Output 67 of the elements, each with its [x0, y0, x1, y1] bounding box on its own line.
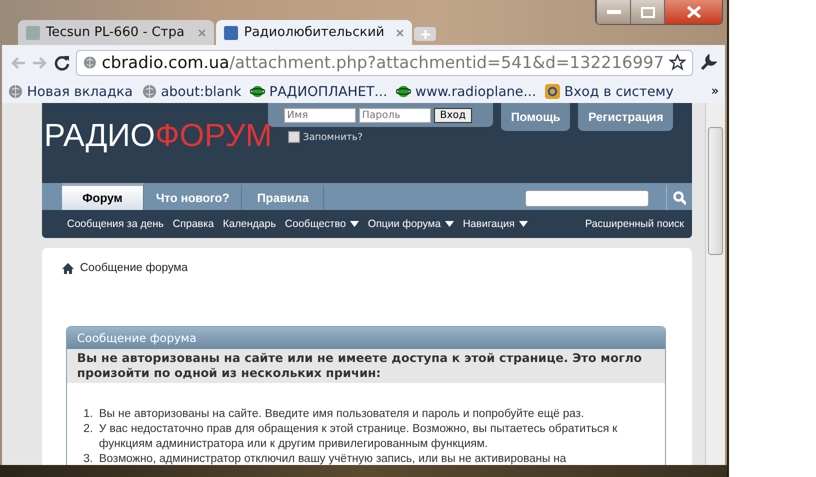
bookmark-link[interactable]: www.radioplane...	[396, 84, 536, 100]
login-button[interactable]: Вход	[434, 108, 472, 122]
star-icon[interactable]	[669, 54, 686, 71]
reason-item: Возможно, администратор отключил вашу учётную запись, или вы не активированы на	[99, 452, 568, 465]
bookmark-link[interactable]: РАДИОПЛАНЕТ...	[250, 84, 388, 100]
minimize-button[interactable]	[596, 0, 630, 24]
globe-icon	[142, 84, 157, 99]
breadcrumb-link[interactable]: Сообщение форума	[80, 262, 188, 274]
reason-item: Вы не авторизованы на сайте. Введите имя пользователя и пароль и попробуйте ещё раз.	[99, 407, 586, 422]
bookmark-link[interactable]: Новая вкладка	[8, 84, 133, 100]
more-bookmarks-button[interactable]: »	[711, 84, 719, 99]
nav-tab[interactable]: Форум	[62, 183, 144, 210]
home-icon[interactable]	[62, 262, 74, 274]
url-text: cbradio.com.ua/attachment.php?attachmentid=541&d=132216997	[102, 53, 664, 72]
header-button[interactable]: Регистрация	[578, 103, 674, 131]
subnav-link[interactable]: Сообщения за день	[67, 218, 164, 230]
list-number: 1.	[82, 407, 93, 422]
subnav-link[interactable]: Календарь	[222, 218, 276, 230]
bookmark-link[interactable]: Вход в систему	[545, 84, 674, 100]
scrollbar-thumb[interactable]	[708, 127, 723, 255]
caret-icon	[518, 221, 528, 227]
planet-icon	[250, 84, 266, 99]
list-number: 2.	[82, 422, 93, 437]
username-field[interactable]: Имя	[284, 108, 356, 122]
close-icon	[686, 6, 700, 18]
reason-item: У вас недостаточно прав для обращения к этой странице. Возможно, вы пытаетесь обратиться к функциям администратора или к другим привилегированным функциям.	[99, 422, 618, 452]
forward-icon[interactable]	[32, 56, 48, 70]
subnav-link[interactable]: Сообщество	[284, 218, 359, 230]
browser-tab[interactable]: Радиолюбительский	[216, 20, 412, 45]
new-tab-button[interactable]	[414, 27, 436, 41]
wrench-icon[interactable]	[699, 54, 717, 72]
remember-checkbox[interactable]	[288, 131, 300, 143]
password-field[interactable]: Пароль	[359, 108, 431, 122]
header-button[interactable]: Помощь	[501, 103, 570, 131]
address-bar[interactable]: cbradio.com.ua/attachment.php?attachmentid=541&d=132216997	[76, 50, 693, 76]
reload-icon[interactable]	[54, 54, 70, 70]
subnav-link[interactable]: Справка	[172, 218, 214, 230]
maximize-button[interactable]	[630, 0, 664, 24]
message-lead: Вы не авторизованы на сайте или не имеете доступа к этой странице. Это могло произойти по одной из нескольких причин:	[67, 349, 665, 383]
close-button[interactable]	[664, 0, 722, 24]
globe-icon	[83, 55, 97, 70]
bookmark-link[interactable]: about:blank	[142, 84, 242, 100]
advanced-search-link[interactable]: Расширенный поиск	[585, 218, 684, 230]
minimize-icon	[606, 10, 620, 14]
back-icon[interactable]	[10, 56, 26, 70]
message-title: Сообщение форума	[67, 327, 665, 349]
caret-icon	[444, 221, 454, 227]
globe-icon	[8, 84, 23, 99]
planet-icon	[396, 84, 412, 99]
page-icon	[26, 26, 40, 40]
forum-logo[interactable]: РАДИОФОРУМ	[42, 113, 276, 157]
page-icon	[224, 26, 238, 40]
scrollbar[interactable]	[705, 103, 725, 465]
tab-title: Радиолюбительский	[244, 25, 384, 40]
close-tab-icon[interactable]	[198, 28, 206, 36]
list-number: 3.	[82, 452, 93, 465]
caret-icon	[350, 221, 359, 227]
plus-icon	[420, 30, 430, 38]
search-icon	[673, 190, 686, 204]
subnav-link[interactable]: Навигация	[462, 218, 528, 230]
subnav-link[interactable]: Опции форума	[368, 218, 454, 230]
search-field[interactable]	[525, 190, 649, 207]
maximize-icon	[640, 6, 654, 18]
remember-label: Запомнить?	[303, 132, 363, 142]
tab-title: Tecsun PL-660 - Стра	[46, 25, 184, 40]
browser-tab[interactable]: Tecsun PL-660 - Стра	[18, 20, 214, 45]
close-tab-icon[interactable]	[396, 28, 404, 36]
